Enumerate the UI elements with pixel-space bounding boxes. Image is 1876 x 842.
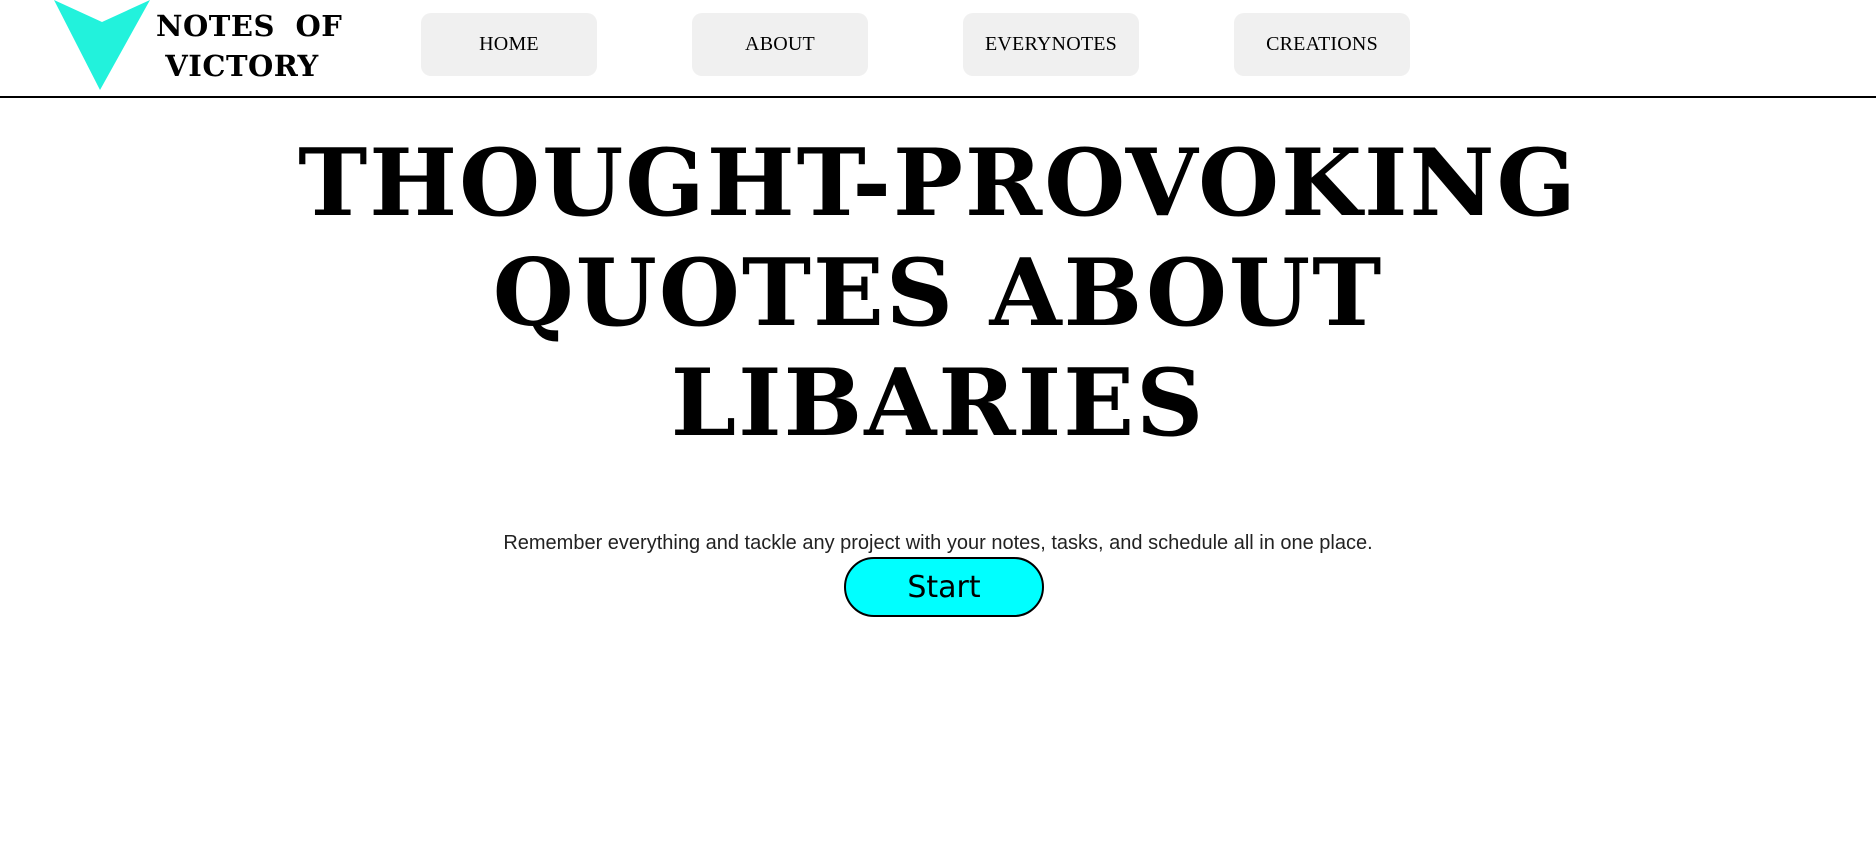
nav-creations-button[interactable]: CREATIONS	[1234, 13, 1410, 76]
start-button[interactable]: Start	[844, 557, 1044, 617]
hero-tagline: Remember everything and tackle any proje…	[503, 532, 1373, 554]
hero-title-line2: QUOTES ABOUT	[492, 238, 1384, 347]
nav-about-button[interactable]: ABOUT	[692, 13, 868, 76]
brand-name-line2: VICTORY	[165, 49, 319, 83]
nav-everynotes-button[interactable]: EVERYNOTES	[963, 13, 1139, 76]
hero-title-line3: LIBARIES	[670, 348, 1206, 457]
hero-title-line1: THOUGHT-PROVOKING	[298, 128, 1578, 237]
site-header: NOTES OF VICTORY HOME ABOUT EVERYNOTES C…	[0, 0, 1876, 98]
hero-title: THOUGHT-PROVOKING QUOTES ABOUT LIBARIES	[188, 128, 1688, 458]
brand-name: NOTES OF VICTORY	[156, 6, 343, 86]
nav-home-button[interactable]: HOME	[421, 13, 597, 76]
brand-name-line1: NOTES OF	[156, 9, 343, 43]
victory-v-icon	[54, 0, 150, 90]
